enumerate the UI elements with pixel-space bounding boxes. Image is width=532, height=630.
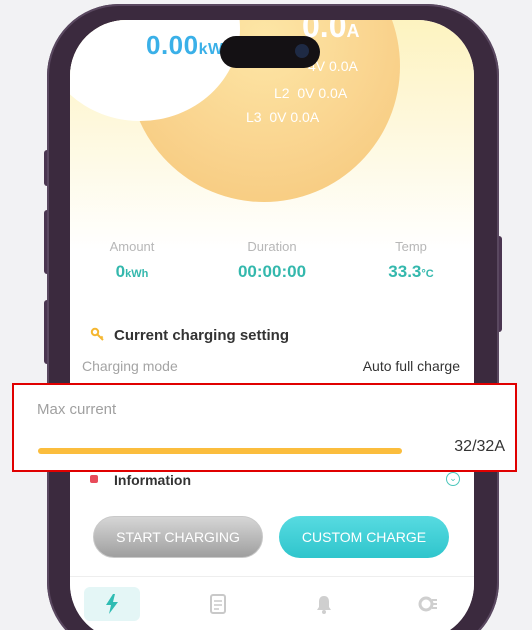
tab-settings[interactable] <box>400 587 456 621</box>
tab-bar <box>70 576 474 630</box>
stat-amount: Amount 0kWh <box>70 239 197 282</box>
max-current-slider[interactable] <box>38 448 402 454</box>
phase-current: 0.0A <box>290 109 320 125</box>
stat-label: Duration <box>247 239 297 254</box>
key-icon <box>90 327 104 341</box>
stat-value: 0kWh <box>115 262 149 281</box>
slider-fill <box>38 448 402 454</box>
phase-label: L2 <box>274 85 290 101</box>
stat-label: Temp <box>395 239 427 254</box>
phase-row: L3 0V 0.0A <box>246 109 319 125</box>
charging-mode-label: Charging mode <box>82 358 178 374</box>
phase-row: L2 0V 0.0A <box>274 85 347 101</box>
power-value: 0.00 <box>146 30 199 60</box>
app-screen: 0.00kW 0.0A 4V 0.0A L2 0V 0.0A L3 0V 0.0… <box>70 20 474 630</box>
tab-records[interactable] <box>190 587 246 621</box>
phase-label: L3 <box>246 109 262 125</box>
stage: 0.00kW 0.0A 4V 0.0A L2 0V 0.0A L3 0V 0.0… <box>0 0 532 630</box>
bell-icon <box>317 596 331 614</box>
settings-title: Current charging setting <box>114 327 290 344</box>
document-icon <box>210 594 226 614</box>
current-unit: A <box>346 21 360 41</box>
tab-charging[interactable] <box>84 587 140 621</box>
camera-icon <box>295 44 309 58</box>
chevron-down-icon[interactable]: ⌄ <box>446 472 460 486</box>
max-current-label: Max current <box>37 401 117 418</box>
stat-label: Amount <box>109 239 155 254</box>
dynamic-island <box>220 36 320 68</box>
tab-notifications[interactable] <box>296 587 352 621</box>
stat-value: 33.3°C <box>388 262 434 281</box>
phase-current: 0.0A <box>318 85 348 101</box>
phase-voltage: 0V <box>297 85 315 101</box>
charging-mode-value[interactable]: Auto full charge <box>363 358 460 374</box>
lightning-icon <box>106 594 118 614</box>
power-readout: 0.00kW <box>146 30 224 61</box>
settings-icon <box>418 596 437 612</box>
stat-value: 00:00:00 <box>237 262 307 281</box>
stat-temp: Temp 33.3°C <box>346 239 474 282</box>
max-current-value: 32/32A <box>454 438 505 455</box>
max-current-panel: Max current 32/32A <box>12 383 517 472</box>
phase-voltage: 0V <box>269 109 287 125</box>
custom-charge-button[interactable]: CUSTOM CHARGE <box>279 516 449 558</box>
stat-duration: Duration 00:00:00 <box>207 239 337 282</box>
start-charging-button[interactable]: START CHARGING <box>93 516 263 558</box>
information-title: Information <box>114 472 191 488</box>
phase-current: 0.0A <box>329 58 358 74</box>
information-icon <box>90 475 98 483</box>
